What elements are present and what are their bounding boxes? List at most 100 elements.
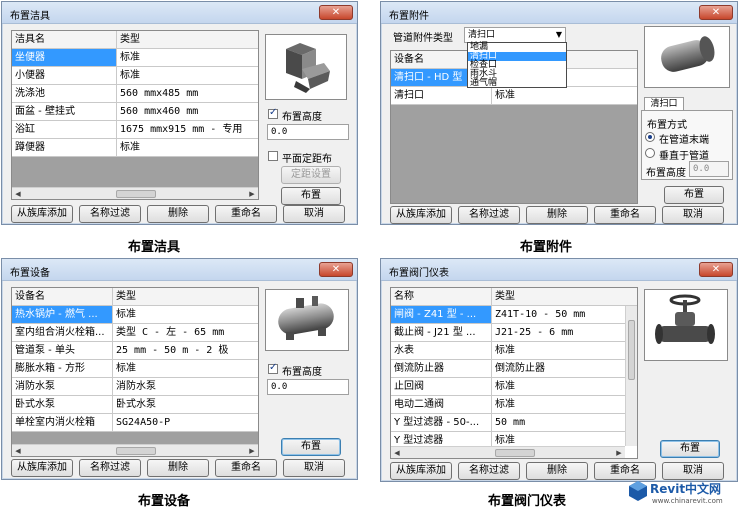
table-row[interactable]: 管道泵 - 单头 25 mm - 50 m - 2 极 [12,342,258,360]
fittings-titlebar[interactable]: 布置附件 ✕ [381,2,737,24]
add-from-library-button[interactable]: 从族库添加 [390,462,452,480]
rename-button[interactable]: 重命名 [215,459,277,477]
table-row[interactable]: 卧式水泵 卧式水泵 [12,396,258,414]
table-row[interactable]: 止回阀 标准 [391,378,625,396]
add-from-library-button[interactable]: 从族库添加 [11,459,73,477]
radio-perpendicular[interactable] [645,148,655,158]
table-row[interactable]: 膨胀水箱 - 方形 标准 [12,360,258,378]
table-empty-area [12,157,258,188]
watermark-url: www.chinarevit.com [652,497,723,505]
table-row[interactable]: 电动二通阀 标准 [391,396,625,414]
add-from-library-button[interactable]: 从族库添加 [390,206,452,224]
table-row[interactable]: 蹲便器 标准 [12,139,258,157]
valves-titlebar[interactable]: 布置阀门仪表 ✕ [381,259,737,281]
height-input: 0.0 [689,161,729,177]
column-header-type[interactable]: 类型 [112,288,258,305]
table-header: 名称 类型 [391,288,637,306]
radio-pipe-end-label: 在管道末端 [659,135,709,146]
equipment-preview [265,289,349,351]
table-row[interactable]: 清扫口 标准 [391,87,637,105]
horizontal-scrollbar[interactable]: ◀ ▶ [391,446,625,458]
height-label: 布置高度 [282,112,322,123]
vertical-scrollbar[interactable] [625,306,637,446]
table-row[interactable]: 洗涤池 560 mmx485 mm [12,85,258,103]
chevron-down-icon[interactable]: ▼ [556,28,562,42]
horizontal-scrollbar[interactable]: ◀ ▶ [12,444,258,456]
valves-caption: 布置阀门仪表 [488,494,567,509]
table-row[interactable]: 消防水泵 消防水泵 [12,378,258,396]
table-row[interactable]: 热水锅炉 - 燃气 ... 标准 [12,306,258,324]
fitting-options-tab[interactable]: 清扫口 [644,97,684,111]
delete-button[interactable]: 删除 [526,206,588,224]
place-button[interactable]: 布置 [664,186,724,204]
watermark: Revit中文网 www.chinarevit.com [628,478,740,510]
equipment-titlebar[interactable]: 布置设备 ✕ [2,259,357,281]
table-row[interactable]: 室内组合消火栓箱... 类型 C - 左 - 65 mm [12,324,258,342]
spacing-settings-button[interactable]: 定距设置 [281,166,341,184]
close-icon[interactable]: ✕ [319,262,353,277]
height-label: 布置高度 [282,367,322,378]
height-checkbox[interactable] [268,362,278,374]
cancel-button[interactable]: 取消 [662,206,724,224]
radio-pipe-end[interactable] [645,132,655,142]
delete-button[interactable]: 删除 [526,462,588,480]
horizontal-scrollbar[interactable]: ◀ ▶ [12,187,258,199]
fixtures-titlebar[interactable]: 布置洁具 ✕ [2,2,357,24]
name-filter-button[interactable]: 名称过滤 [79,459,141,477]
column-header-name[interactable]: 设备名 [12,288,112,305]
fitting-type-dropdown-list[interactable]: 地漏 清扫口 检查口 雨水斗 通气帽 [467,42,567,88]
delete-button[interactable]: 删除 [147,205,209,223]
table-row[interactable]: 面盆 - 壁挂式 560 mmx460 mm [12,103,258,121]
fixtures-caption: 布置洁具 [128,240,181,255]
fittings-title: 布置附件 [389,11,429,22]
fitting-type-select[interactable]: 清扫口 ▼ [464,27,566,43]
place-button[interactable]: 布置 [281,187,341,205]
close-icon[interactable]: ✕ [319,5,353,20]
column-header-type[interactable]: 类型 [116,31,258,48]
fitting-preview [644,26,730,88]
valves-table[interactable]: 名称 类型 闸阀 - Z41 型 - ... Z41T-10 - 50 mm 截止… [390,287,638,459]
height-checkbox[interactable] [268,107,278,119]
height-input[interactable]: 0.0 [267,379,349,395]
fixture-preview [265,34,347,100]
table-row[interactable]: Y 型过滤器 - 50-... 50 mm [391,414,625,432]
add-from-library-button[interactable]: 从族库添加 [11,205,73,223]
name-filter-button[interactable]: 名称过滤 [458,462,520,480]
fixtures-title: 布置洁具 [10,11,50,22]
cancel-button[interactable]: 取消 [283,205,345,223]
column-header-type[interactable]: 类型 [491,288,625,305]
cancel-button[interactable]: 取消 [283,459,345,477]
close-icon[interactable]: ✕ [699,262,733,277]
table-row[interactable]: 闸阀 - Z41 型 - ... Z41T-10 - 50 mm [391,306,625,324]
table-empty-area [391,105,637,203]
name-filter-button[interactable]: 名称过滤 [458,206,520,224]
valves-title: 布置阀门仪表 [389,268,449,279]
name-filter-button[interactable]: 名称过滤 [79,205,141,223]
close-icon[interactable]: ✕ [699,5,733,20]
plane-spacing-checkbox[interactable] [268,151,278,161]
delete-button[interactable]: 删除 [147,459,209,477]
rename-button[interactable]: 重命名 [594,206,656,224]
table-row[interactable]: 浴缸 1675 mmx915 mm - 专用 [12,121,258,139]
dropdown-option[interactable]: 通气帽 [468,79,566,88]
table-row[interactable]: 坐便器 标准 [12,49,258,67]
rename-button[interactable]: 重命名 [215,205,277,223]
table-row[interactable]: 水表 标准 [391,342,625,360]
place-button[interactable]: 布置 [660,440,720,458]
height-input[interactable]: 0.0 [267,124,349,140]
column-header-name[interactable]: 名称 [391,288,491,305]
fitting-type-value: 清扫口 [468,30,496,40]
table-row[interactable]: 截止阀 - J21 型 ... J21-25 - 6 mm [391,324,625,342]
table-row[interactable]: 小便器 标准 [12,67,258,85]
height-label: 布置高度 [646,168,686,179]
fittings-dialog: 布置附件 ✕ 管道附件类型 清扫口 ▼ 设备名 清扫口 - HD 型 清扫口 标准… [380,1,738,225]
equipment-dialog: 布置设备 ✕ 设备名 类型 热水锅炉 - 燃气 ... 标准 室内组合消火栓箱..… [1,258,358,480]
table-row[interactable]: 单栓室内消火栓箱 SG24A50-P [12,414,258,432]
fixtures-table[interactable]: 洁具名 类型 坐便器 标准 小便器 标准 洗涤池 560 mmx485 mm 面盆 -… [11,30,259,200]
equipment-table[interactable]: 设备名 类型 热水锅炉 - 燃气 ... 标准 室内组合消火栓箱... 类型 C -… [11,287,259,457]
plane-spacing-label: 平面定距布 [282,154,332,165]
place-button[interactable]: 布置 [281,438,341,456]
column-header-name[interactable]: 洁具名 [12,31,116,48]
fitting-type-label: 管道附件类型 [393,33,453,44]
table-row[interactable]: 倒流防止器 倒流防止器 [391,360,625,378]
